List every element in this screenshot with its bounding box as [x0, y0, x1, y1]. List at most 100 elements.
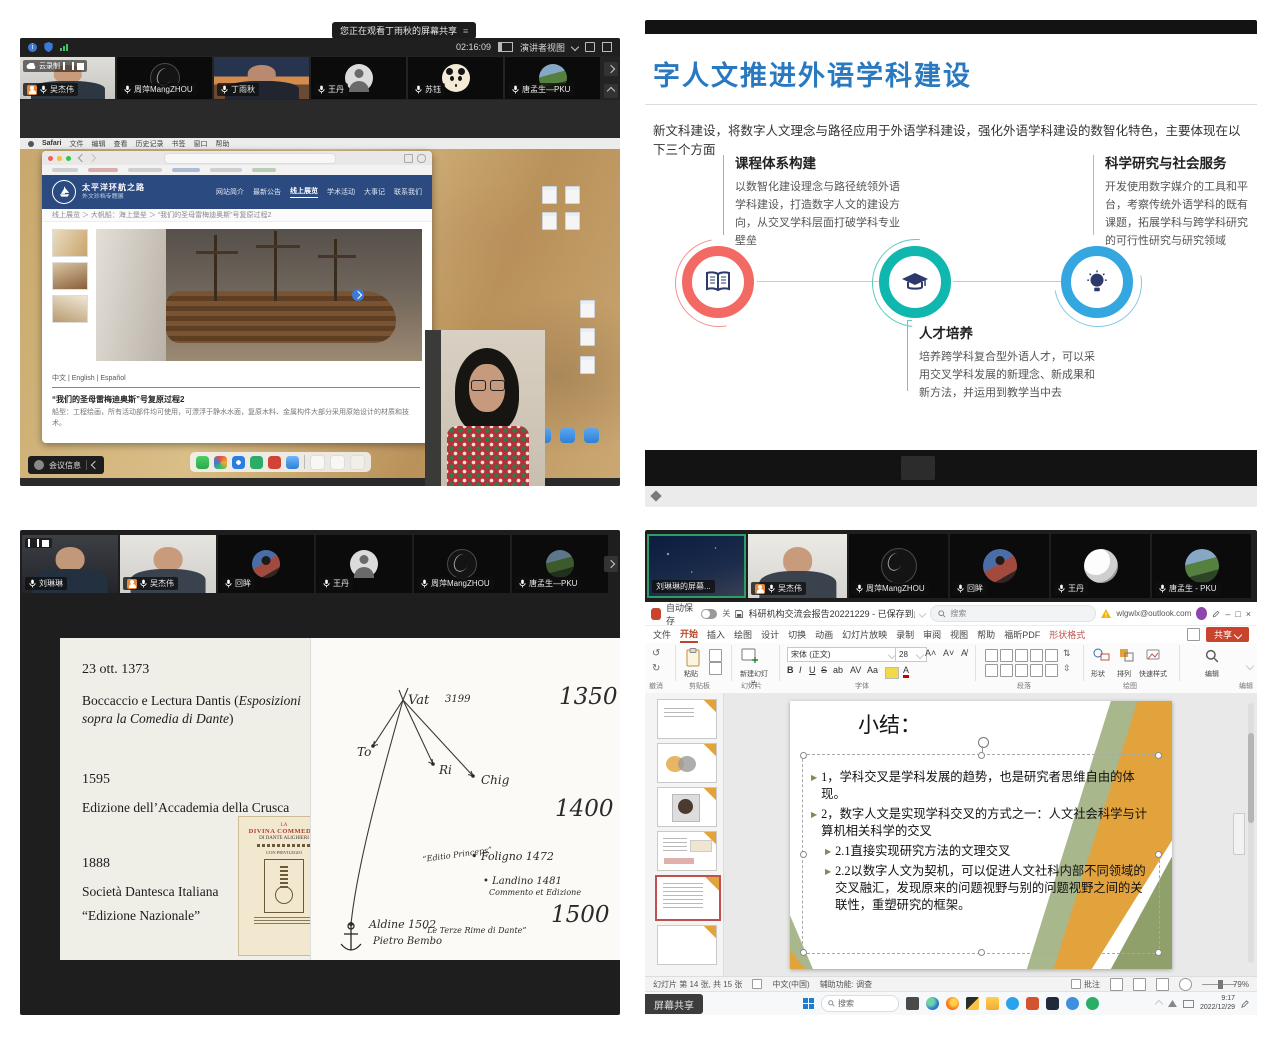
ship-thumbnail[interactable] [52, 295, 88, 323]
collapsed-pane-tab[interactable] [1233, 813, 1245, 855]
close-window-icon[interactable] [48, 156, 53, 161]
font-size-select[interactable]: 28 [895, 647, 927, 662]
strip-next-button[interactable] [604, 62, 618, 76]
taskbar-search[interactable]: 搜索 [821, 995, 899, 1012]
line-spacing-icon[interactable] [1045, 649, 1058, 662]
arrange-label[interactable]: 排列 [1117, 669, 1131, 679]
scrollbar-thumb[interactable] [1248, 733, 1254, 823]
redo-icon[interactable]: ↻ [652, 663, 660, 674]
strip-collapse-button[interactable] [604, 84, 618, 98]
file-icon[interactable] [580, 328, 595, 346]
app-icon[interactable] [650, 490, 661, 501]
edge-icon[interactable] [926, 997, 939, 1010]
participant-tile[interactable]: 回眸 [218, 535, 314, 593]
share-button[interactable]: 共享 [1206, 627, 1249, 642]
file-icon[interactable] [580, 356, 595, 374]
safari-icon[interactable] [232, 456, 245, 469]
change-case-icon[interactable]: Aa [867, 665, 878, 675]
participant-tile[interactable]: 吴杰伟 [120, 535, 216, 593]
undo-icon[interactable]: ↺ [652, 648, 660, 659]
wifi-icon[interactable] [1168, 1000, 1177, 1007]
language-status[interactable]: 中文(中国) [772, 979, 809, 990]
menu-icon[interactable]: ≡ [463, 26, 468, 36]
document-icon[interactable] [330, 455, 345, 470]
slide-thumbnail[interactable] [657, 743, 717, 783]
indent-increase-icon[interactable] [1030, 649, 1043, 662]
nav-item[interactable]: 最新公告 [253, 187, 281, 197]
nav-item[interactable]: 联系我们 [394, 187, 422, 197]
bullet-text[interactable]: 2.1直接实现研究方法的文理交叉 [835, 843, 1010, 860]
menu-item[interactable]: 查看 [113, 139, 127, 149]
resize-handle[interactable] [978, 752, 985, 759]
participant-tile[interactable]: 回眸 [950, 534, 1049, 598]
file-explorer-icon[interactable] [966, 997, 979, 1010]
clear-format-icon[interactable]: A̸ [961, 648, 967, 658]
bookmark-item[interactable] [88, 168, 118, 172]
tab-file[interactable]: 文件 [653, 628, 671, 641]
rotate-handle[interactable] [978, 737, 989, 748]
tab-foxit-pdf[interactable]: 福昕PDF [1004, 628, 1040, 641]
bullet-text[interactable]: 1，学科交叉是学科发展的趋势，也是研究者思维自由的体现。 [821, 769, 1151, 803]
slide-thumbnail[interactable] [657, 787, 717, 827]
presenter-webcam[interactable] [425, 330, 545, 486]
slide-canvas[interactable]: 小结： ▶1，学科交叉是学科 [790, 701, 1172, 969]
copy-icon[interactable] [709, 662, 722, 675]
chevron-left-icon[interactable] [91, 461, 99, 469]
numbering-icon[interactable] [1000, 649, 1013, 662]
resize-handle[interactable] [1155, 752, 1162, 759]
slide-content-title[interactable]: 小结： [858, 709, 921, 739]
task-view-icon[interactable] [906, 997, 919, 1010]
bookmark-item[interactable] [52, 168, 78, 172]
tab-home-active[interactable]: 开始 [680, 627, 698, 643]
comments-icon[interactable] [1187, 628, 1200, 641]
accessibility-status[interactable]: 辅助功能: 调查 [820, 979, 872, 990]
minimize-icon[interactable]: – [1225, 609, 1230, 619]
menu-item[interactable]: 文件 [69, 139, 83, 149]
chevron-down-icon[interactable] [571, 43, 579, 51]
participant-tile[interactable]: 云录制 吴杰伟 [20, 57, 115, 99]
folder-icon[interactable] [986, 997, 999, 1010]
info-icon[interactable]: i [28, 43, 37, 52]
menu-item[interactable]: 历史记录 [135, 139, 163, 149]
url-bar[interactable] [164, 153, 336, 164]
launchpad-icon[interactable] [214, 456, 227, 469]
strip-next-button[interactable] [604, 556, 618, 572]
pause-recording-icon[interactable] [63, 62, 74, 70]
participant-tile[interactable]: 唐孟生—PKU [512, 535, 608, 593]
ship-thumbnail[interactable] [52, 262, 88, 290]
taskbar-clock[interactable]: 9:17 2022/12/29 [1200, 995, 1235, 1012]
collapse-ribbon-icon[interactable] [1246, 662, 1254, 670]
tab-view[interactable]: 视图 [950, 628, 968, 641]
tab-insert[interactable]: 插入 [707, 628, 725, 641]
windows-start-icon[interactable] [803, 998, 814, 1009]
participant-tile[interactable]: 周萍MangZHOU [117, 57, 212, 99]
bullets-icon[interactable] [985, 649, 998, 662]
participant-tile[interactable]: 苏钰 [408, 57, 503, 99]
participant-tile[interactable]: 周萍MangZHOU [414, 535, 510, 593]
slide-thumbnail[interactable] [657, 831, 717, 871]
forward-icon[interactable] [88, 154, 96, 162]
ship-thumbnail[interactable] [52, 229, 88, 257]
bookmark-item[interactable] [128, 168, 162, 172]
battery-icon[interactable] [1183, 1000, 1194, 1008]
reading-view-icon[interactable] [1156, 978, 1169, 991]
columns-icon[interactable] [1045, 664, 1058, 677]
participant-tile[interactable]: 王丹 [1051, 534, 1150, 598]
powerpoint-taskbar-icon[interactable] [1026, 997, 1039, 1010]
zoom-window-icon[interactable] [66, 156, 71, 161]
align-right-icon[interactable] [1015, 664, 1028, 677]
minimize-window-icon[interactable] [57, 156, 62, 161]
nav-item[interactable]: 学术活动 [327, 187, 355, 197]
paste-icon[interactable] [685, 648, 701, 668]
share-page-icon[interactable] [404, 154, 413, 163]
shapes-label[interactable]: 形状 [1091, 669, 1105, 679]
scrollbar[interactable] [1248, 703, 1254, 963]
underline-icon[interactable]: U [809, 665, 816, 675]
tab-transitions[interactable]: 切换 [788, 628, 806, 641]
layout-icon[interactable] [498, 42, 513, 52]
slideshow-icon[interactable] [1179, 978, 1192, 991]
cut-icon[interactable] [709, 649, 722, 662]
back-icon[interactable] [78, 154, 86, 162]
photo-next-icon[interactable] [352, 289, 364, 301]
account-avatar[interactable] [1196, 607, 1207, 620]
